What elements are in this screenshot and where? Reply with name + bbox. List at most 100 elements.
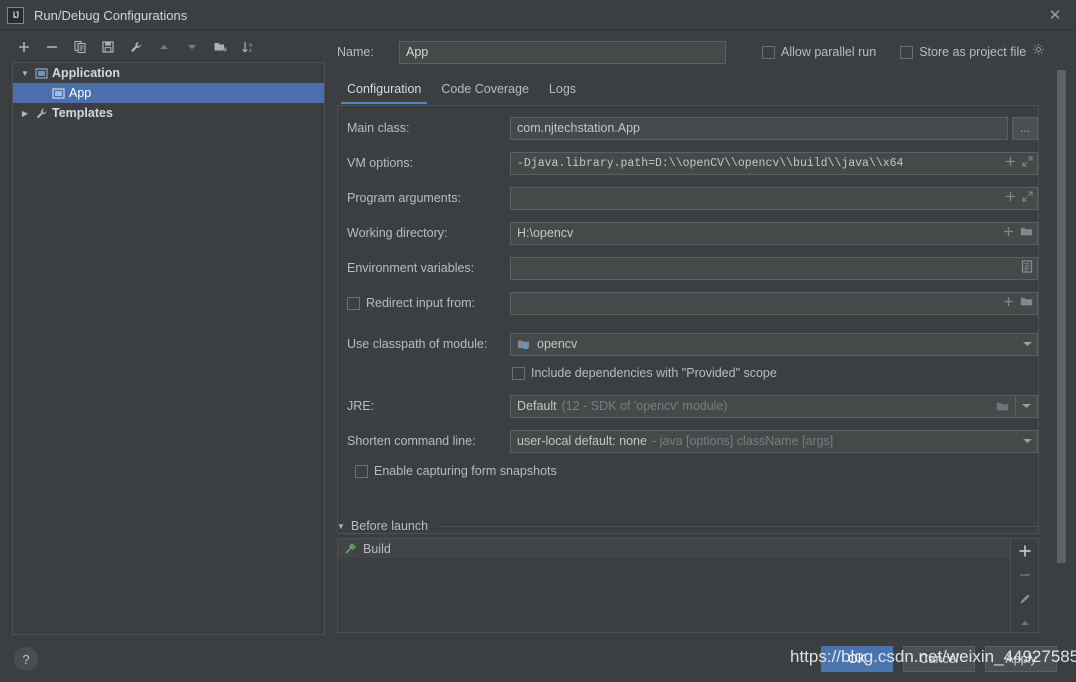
name-row: Name: Allow parallel run Store as projec… — [337, 40, 1057, 64]
editor-tabs: Configuration Code Coverage Logs — [337, 78, 1057, 106]
before-launch-task-build[interactable]: Build — [338, 539, 1010, 558]
list-editor-icon[interactable] — [1021, 260, 1033, 276]
enable-form-snapshots-checkbox[interactable]: Enable capturing form snapshots — [355, 464, 557, 478]
working-directory-value: H:\opencv — [517, 226, 574, 240]
title-separator — [0, 29, 1076, 30]
remove-configuration-button[interactable] — [38, 35, 66, 59]
tab-configuration[interactable]: Configuration — [337, 78, 431, 104]
main-class-browse-button[interactable]: ... — [1012, 116, 1038, 140]
redirect-input-field[interactable] — [510, 291, 1038, 315]
before-launch-side-toolbar — [1010, 539, 1038, 632]
chevron-right-icon[interactable]: ▶ — [18, 109, 32, 118]
allow-parallel-run-label: Allow parallel run — [781, 45, 877, 59]
main-class-input[interactable]: com.njtechstation.App — [510, 116, 1008, 140]
program-arguments-label: Program arguments: — [347, 191, 461, 205]
redirect-input-checkbox[interactable]: Redirect input from: — [338, 296, 510, 310]
add-configuration-button[interactable] — [10, 35, 38, 59]
jre-value: Default — [517, 399, 557, 413]
shorten-command-line-combobox[interactable]: user-local default: none - java [options… — [510, 429, 1038, 453]
include-provided-scope-checkbox[interactable]: Include dependencies with "Provided" sco… — [512, 366, 777, 380]
jre-hint: (12 - SDK of 'opencv' module) — [561, 399, 728, 413]
gear-icon[interactable] — [1032, 43, 1045, 61]
program-arguments-input[interactable] — [510, 186, 1038, 210]
environment-variables-input[interactable] — [510, 256, 1038, 280]
copy-configuration-button[interactable] — [66, 35, 94, 59]
checkbox-icon[interactable] — [900, 45, 914, 59]
include-provided-scope-label: Include dependencies with "Provided" sco… — [531, 366, 777, 380]
checkbox-icon[interactable] — [347, 296, 360, 310]
chevron-down-icon[interactable]: ▼ — [337, 522, 345, 531]
working-directory-row: Working directory: H:\opencv — [338, 221, 1040, 245]
environment-variables-row: Environment variables: — [338, 256, 1040, 280]
ok-button[interactable]: OK — [821, 646, 893, 672]
store-as-project-file-checkbox[interactable]: Store as project file — [900, 45, 1026, 59]
chevron-down-icon[interactable]: ▼ — [18, 69, 32, 78]
help-button[interactable]: ? — [14, 647, 38, 671]
cancel-button[interactable]: Cancel — [903, 646, 975, 672]
expand-icon[interactable] — [1022, 191, 1033, 205]
application-icon — [32, 67, 50, 80]
run-debug-configurations-dialog: IJ Run/Debug Configurations ✕ a z ▼ Appl… — [0, 0, 1076, 682]
tree-node-label: App — [69, 86, 92, 100]
expand-icon[interactable] — [1022, 156, 1033, 170]
move-up-button[interactable] — [150, 35, 178, 59]
vm-options-row: VM options: -Djava.library.path=D:\\open… — [338, 151, 1040, 175]
plus-icon[interactable] — [1003, 296, 1014, 310]
move-task-up-button[interactable] — [1013, 615, 1037, 632]
chevron-down-icon[interactable] — [1015, 395, 1037, 417]
add-task-button[interactable] — [1013, 542, 1037, 559]
jre-combobox[interactable]: Default (12 - SDK of 'opencv' module) — [510, 394, 1038, 418]
checkbox-icon[interactable] — [355, 464, 368, 478]
allow-parallel-run-checkbox[interactable]: Allow parallel run — [762, 45, 876, 59]
remove-task-button[interactable] — [1013, 566, 1037, 583]
chevron-down-icon[interactable] — [1022, 339, 1033, 350]
jre-label: JRE: — [347, 399, 375, 413]
tab-logs[interactable]: Logs — [539, 78, 586, 104]
before-launch-divider — [438, 525, 1039, 527]
configurations-tree[interactable]: ▼ Application App ▶ Templates — [12, 62, 325, 635]
use-classpath-module-combobox[interactable]: opencv — [510, 332, 1038, 356]
vertical-scrollbar[interactable] — [1057, 70, 1066, 563]
plus-icon[interactable] — [1003, 226, 1014, 240]
main-class-value: com.njtechstation.App — [517, 121, 640, 135]
apply-button[interactable]: Apply — [985, 646, 1057, 672]
plus-icon[interactable] — [1005, 156, 1016, 170]
configurations-toolbar: a z — [0, 34, 330, 60]
before-launch-header[interactable]: ▼ Before launch — [337, 518, 1039, 534]
checkbox-icon[interactable] — [512, 366, 525, 380]
use-classpath-module-row: Use classpath of module: opencv — [338, 332, 1040, 356]
jre-row: JRE: Default (12 - SDK of 'opencv' modul… — [338, 394, 1040, 418]
checkbox-icon[interactable] — [762, 45, 775, 59]
wrench-icon — [32, 107, 50, 120]
main-class-row: Main class: com.njtechstation.App ... — [338, 116, 1040, 140]
intellij-idea-icon: IJ — [7, 6, 24, 24]
tree-node-templates[interactable]: ▶ Templates — [13, 103, 324, 123]
shorten-command-line-hint: - java [options] className [args] — [651, 434, 834, 448]
close-icon[interactable]: ✕ — [1044, 6, 1066, 24]
save-configuration-button[interactable] — [94, 35, 122, 59]
redirect-input-row: Redirect input from: — [338, 291, 1040, 315]
new-folder-button[interactable] — [206, 35, 234, 59]
build-hammer-icon — [344, 542, 357, 555]
name-input[interactable] — [399, 40, 726, 64]
window-title: Run/Debug Configurations — [34, 7, 188, 23]
chevron-down-icon[interactable] — [1022, 436, 1033, 447]
plus-icon[interactable] — [1005, 191, 1016, 205]
edit-task-button[interactable] — [1013, 591, 1037, 608]
folder-icon[interactable] — [989, 401, 1015, 412]
vm-options-value: -Djava.library.path=D:\\openCV\\opencv\\… — [517, 156, 904, 170]
tab-code-coverage[interactable]: Code Coverage — [431, 78, 539, 104]
edit-templates-button[interactable] — [122, 35, 150, 59]
folder-icon[interactable] — [1020, 296, 1033, 310]
move-down-button[interactable] — [178, 35, 206, 59]
store-as-project-file-label: Store as project file — [919, 45, 1027, 59]
before-launch-task-label: Build — [363, 541, 391, 556]
svg-text:z: z — [249, 48, 252, 54]
vm-options-input[interactable]: -Djava.library.path=D:\\openCV\\opencv\\… — [510, 151, 1038, 175]
working-directory-input[interactable]: H:\opencv — [510, 221, 1038, 245]
folder-icon[interactable] — [1020, 226, 1033, 240]
sort-configurations-button[interactable]: a z — [234, 35, 262, 59]
tree-node-app[interactable]: App — [13, 83, 324, 103]
tree-node-label: Templates — [52, 106, 113, 120]
tree-node-application[interactable]: ▼ Application — [13, 63, 324, 83]
